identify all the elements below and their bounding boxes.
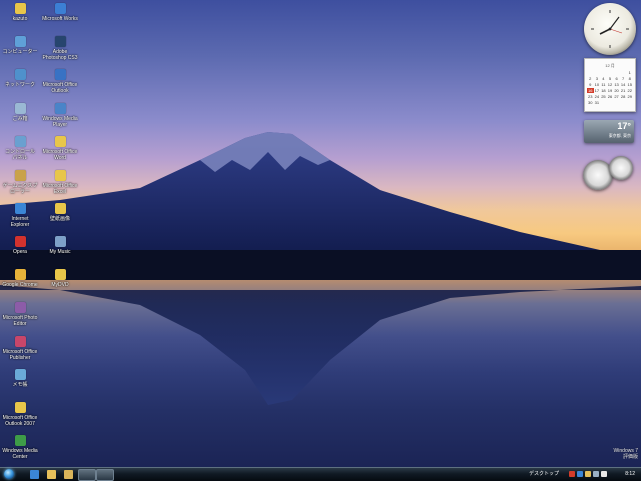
photo-editor-icon bbox=[14, 302, 26, 313]
desktop-icon[interactable]: 壁紙画像 bbox=[42, 203, 78, 222]
tray-icon[interactable] bbox=[569, 471, 575, 477]
calendar-day: 7 bbox=[622, 76, 625, 81]
desktop-icon[interactable]: ゲームエクスプローラー bbox=[2, 170, 38, 195]
desktop-icon[interactable]: Windows Media Player bbox=[42, 103, 78, 128]
desktop-icon[interactable]: Google Chrome bbox=[2, 269, 38, 288]
weather-temperature: 17° bbox=[617, 121, 631, 131]
computer-icon bbox=[14, 36, 26, 47]
tray-icon[interactable] bbox=[577, 471, 583, 477]
language-bar[interactable]: デスクトップ bbox=[529, 470, 559, 479]
calendar-day: 31 bbox=[594, 100, 600, 105]
chrome-icon bbox=[14, 269, 26, 280]
folder-icon bbox=[54, 269, 66, 280]
desktop-icon[interactable]: コントロール パネル bbox=[2, 136, 38, 161]
desktop-icon[interactable]: Microsoft Office Outlook 2007 bbox=[2, 402, 38, 427]
desktop: kazuto Microsoft Works コンピューター Adobe Pho… bbox=[0, 0, 641, 467]
desktop-icon[interactable]: メモ帳 bbox=[2, 369, 38, 388]
calendar-day: 17 bbox=[594, 88, 600, 93]
calendar-day: 29 bbox=[627, 94, 632, 99]
desktop-icon[interactable]: Microsoft Works bbox=[42, 3, 78, 22]
recycle-bin-icon bbox=[14, 103, 26, 114]
calendar-day bbox=[607, 70, 614, 75]
desktop-icon[interactable]: Internet Explorer bbox=[2, 203, 38, 228]
tray-icon[interactable] bbox=[585, 471, 591, 477]
desktop-icon[interactable]: Microsoft Office Excel bbox=[42, 170, 78, 195]
folder-icon bbox=[54, 203, 66, 214]
desktop-icon[interactable]: kazuto bbox=[2, 3, 38, 22]
calendar-day: 28 bbox=[620, 94, 626, 99]
photoshop-icon bbox=[54, 36, 66, 47]
document-icon bbox=[54, 136, 66, 147]
desktop-icon[interactable]: My Music bbox=[42, 236, 78, 255]
calendar-gadget[interactable]: 12 月 1 2 3 4 5 6 7 8 9 10 11 12 13 14 15 16 17 18 19 20 21 22… bbox=[584, 58, 636, 112]
clock-face-icon bbox=[591, 10, 629, 48]
tray-icon[interactable] bbox=[601, 471, 607, 477]
outlook-icon bbox=[54, 69, 66, 80]
calendar-grid: 1 2 3 4 5 6 7 8 9 10 11 12 13 14 15 16 17 18 19 20 21 22 23 24 2… bbox=[585, 69, 635, 106]
calendar-day: 3 bbox=[595, 76, 598, 81]
desktop-icon[interactable]: Microsoft Office Publisher bbox=[2, 336, 38, 361]
weather-gadget[interactable]: 17° 東京都, 東京 bbox=[584, 120, 634, 143]
calendar-day: 26 bbox=[607, 94, 613, 99]
network-icon bbox=[14, 69, 26, 80]
media-center-icon bbox=[14, 435, 26, 446]
games-icon bbox=[14, 170, 26, 181]
opera-icon bbox=[14, 236, 26, 247]
desktop-icon[interactable]: Opera bbox=[2, 236, 38, 255]
taskbar-button[interactable] bbox=[96, 469, 114, 481]
windows-watermark: Windows 7 評価版 bbox=[613, 448, 638, 460]
desktop-icon[interactable]: MyDVD bbox=[42, 269, 78, 288]
calendar-day: 19 bbox=[607, 88, 613, 93]
gadget-sidebar: 12 月 1 2 3 4 5 6 7 8 9 10 11 12 13 14 15 16 17 18 19 20 21 22… bbox=[583, 0, 641, 210]
calendar-day bbox=[594, 70, 601, 75]
calendar-day: 14 bbox=[620, 82, 626, 87]
calendar-day: 5 bbox=[608, 76, 612, 81]
desktop-icon[interactable]: Adobe Photoshop CS3 bbox=[42, 36, 78, 61]
calendar-day: 10 bbox=[594, 82, 600, 87]
start-button[interactable] bbox=[1, 468, 17, 481]
calendar-day: 24 bbox=[594, 94, 600, 99]
internet-explorer-icon bbox=[14, 203, 26, 214]
calendar-day bbox=[620, 70, 627, 75]
control-panel-icon bbox=[14, 136, 26, 147]
calendar-day: 22 bbox=[627, 88, 632, 93]
notepad-icon bbox=[14, 369, 26, 380]
system-tray: デスクトップ 8:12 bbox=[529, 468, 641, 481]
desktop-icons: kazuto Microsoft Works コンピューター Adobe Pho… bbox=[0, 0, 100, 467]
calendar-day: 1 bbox=[628, 70, 631, 75]
desktop-icon[interactable]: ごみ箱 bbox=[2, 103, 38, 122]
desktop-icon[interactable]: ネットワーク bbox=[2, 69, 38, 88]
desktop-icon[interactable]: Microsoft Photo Editor bbox=[2, 302, 38, 327]
publisher-icon bbox=[14, 336, 26, 347]
folder-icon bbox=[14, 3, 26, 14]
desktop-icon[interactable]: Windows Media Center bbox=[2, 435, 38, 460]
weather-city: 東京都, 東京 bbox=[608, 133, 631, 138]
tray-icon[interactable] bbox=[593, 471, 599, 477]
desktop-icon[interactable]: Microsoft Office Word bbox=[42, 136, 78, 161]
app-icon bbox=[54, 3, 66, 14]
quick-launch-explorer-icon[interactable] bbox=[47, 470, 56, 479]
quick-launch-ie-icon[interactable] bbox=[30, 470, 39, 479]
document-icon bbox=[54, 170, 66, 181]
windows-logo-icon bbox=[4, 469, 14, 479]
calendar-day: 8 bbox=[628, 76, 631, 81]
clock-gadget[interactable] bbox=[584, 3, 636, 55]
memory-meter-gadget[interactable] bbox=[609, 156, 633, 180]
calendar-day: 15 bbox=[627, 82, 632, 87]
clock-time[interactable]: 8:12 bbox=[625, 470, 635, 479]
outlook-icon bbox=[14, 402, 26, 413]
music-folder-icon bbox=[54, 236, 66, 247]
desktop-icon[interactable]: コンピューター bbox=[2, 36, 38, 55]
taskbar-button-active[interactable] bbox=[78, 469, 96, 481]
media-player-icon bbox=[54, 103, 66, 114]
taskbar: デスクトップ 8:12 bbox=[0, 467, 641, 481]
quick-launch-folder-icon[interactable] bbox=[64, 470, 73, 479]
calendar-day: 12 bbox=[607, 82, 613, 87]
desktop-icon[interactable]: Microsoft Office Outlook bbox=[42, 69, 78, 94]
calendar-day: 21 bbox=[620, 88, 626, 93]
